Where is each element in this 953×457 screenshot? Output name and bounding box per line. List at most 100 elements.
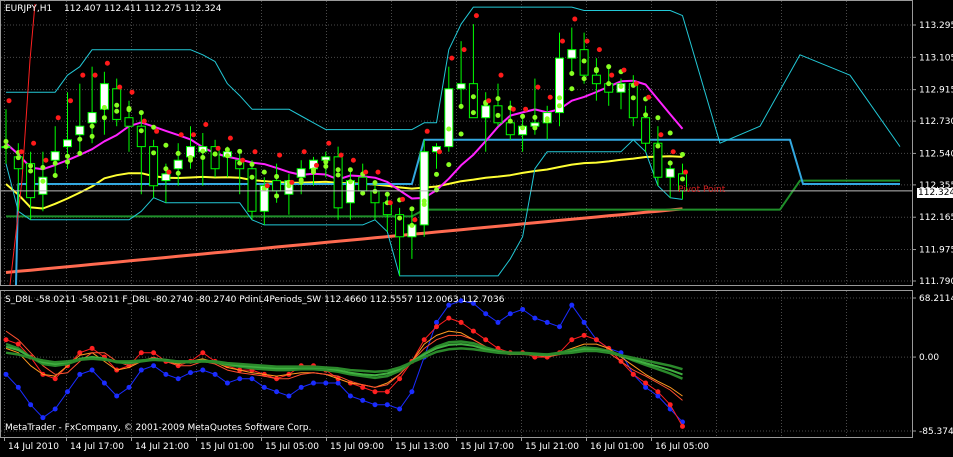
- red-dot: [203, 122, 209, 128]
- green-dot: [89, 123, 95, 129]
- green-dot: [335, 172, 341, 178]
- red-dot: [80, 72, 86, 78]
- channel-lower-line: [5, 139, 683, 277]
- green-dot: [421, 198, 427, 204]
- osc-blue-dot: [360, 397, 366, 403]
- green-dot: [52, 160, 58, 166]
- osc-red-dot: [667, 402, 673, 408]
- bull-candle: [419, 151, 429, 226]
- red-dot: [301, 149, 307, 155]
- osc-blue-dot: [200, 367, 206, 373]
- chart-window: 14 Jul 2010 14 Jul 17:00 14 Jul 21:00 15 Ju…: [0, 0, 953, 454]
- green-dot: [89, 133, 95, 139]
- y-tick-label: 112.915: [919, 86, 953, 96]
- osc-blue-dot: [643, 384, 649, 390]
- green-dot: [175, 150, 181, 156]
- green-dot: [77, 150, 83, 156]
- bear-candle: [272, 180, 282, 192]
- green-dot: [384, 191, 390, 197]
- green-dot: [569, 70, 575, 76]
- current-price-marker: 112.324: [917, 188, 953, 198]
- red-dot: [43, 157, 49, 163]
- x-tick-label: 15 Jul 01:00: [200, 442, 254, 452]
- osc-blue-dot: [212, 371, 218, 377]
- red-dot: [31, 140, 37, 146]
- green-dot: [544, 116, 550, 122]
- osc-blue-dot: [138, 367, 144, 373]
- x-tick-label: 16 Jul 01:00: [590, 442, 644, 452]
- green-dot: [261, 169, 267, 175]
- y-tick-label: 112.730: [919, 117, 953, 127]
- red-dot: [424, 128, 430, 134]
- osc-red-dot: [434, 324, 439, 330]
- bull-candle: [444, 88, 454, 148]
- watermark-label: MetaTrader - FxCompany, © 2001-2009 Meta…: [5, 423, 312, 433]
- bull-candle: [665, 168, 675, 178]
- green-dot: [188, 155, 193, 161]
- osc-blue-dot: [261, 384, 267, 390]
- osc-red-dot: [470, 328, 476, 334]
- green-dot: [557, 95, 562, 101]
- osc-blue-dot: [151, 363, 157, 369]
- osc-blue-dot: [507, 311, 513, 317]
- red-dot: [510, 106, 516, 112]
- green-dot: [249, 174, 255, 180]
- osc-red-dot: [138, 350, 144, 356]
- red-dot: [141, 118, 147, 124]
- green-dot: [65, 153, 70, 159]
- oscillator-header-label: S_D8L -58.0211 -58.0211 F_D8L -80.2740 -…: [5, 295, 505, 305]
- osc-blue-dot: [347, 393, 353, 399]
- pivot-point-annotation: Pivot Point: [678, 185, 726, 195]
- bull-candle: [481, 105, 491, 119]
- osc-red-dot: [680, 423, 685, 429]
- chart-canvas[interactable]: 14 Jul 2010 14 Jul 17:00 14 Jul 21:00 15 Ju…: [0, 0, 953, 454]
- red-dot: [178, 132, 184, 138]
- green-dot: [200, 148, 206, 154]
- red-dot: [55, 115, 61, 121]
- osc-blue-dot: [89, 367, 95, 373]
- osc-blue-dot: [188, 370, 193, 376]
- red-dot: [227, 135, 233, 141]
- green-dot: [397, 215, 403, 221]
- x-tick-label: 14 Jul 21:00: [135, 442, 189, 452]
- green-dot: [249, 161, 255, 167]
- green-dot: [138, 110, 144, 116]
- osc-blue-dot: [175, 376, 181, 382]
- y-tick-label: 113.105: [919, 53, 953, 63]
- green-dot: [101, 115, 107, 121]
- green-dot: [495, 96, 501, 102]
- osc-y-tick-label: 68.2114: [919, 294, 953, 304]
- red-dot: [117, 84, 123, 90]
- red-dot: [240, 157, 246, 163]
- bull-candle: [75, 125, 85, 136]
- green-dot: [470, 94, 476, 100]
- red-dot: [498, 72, 504, 78]
- osc-blue-dot: [544, 319, 550, 325]
- green-dot: [655, 143, 661, 149]
- green-dot: [224, 153, 230, 159]
- green-dot: [347, 179, 353, 185]
- red-dot: [129, 89, 135, 95]
- green-dot: [655, 115, 661, 121]
- osc-red-dot: [372, 389, 378, 395]
- green-dot: [52, 173, 58, 179]
- green-dot: [569, 86, 575, 92]
- osc-blue-dot: [249, 376, 255, 382]
- red-dot: [535, 84, 541, 90]
- osc-red-dot: [593, 337, 599, 343]
- osc-red-dot: [446, 315, 452, 321]
- green-dot: [520, 113, 526, 119]
- green-dot: [323, 163, 329, 169]
- osc-blue-dot: [65, 389, 70, 395]
- red-dot: [18, 149, 24, 155]
- osc-blue-dot: [655, 393, 661, 399]
- x-tick-label: 15 Jul 21:00: [525, 442, 579, 452]
- red-dot: [289, 179, 295, 185]
- green-dot: [446, 126, 452, 132]
- ohlc-label: 112.407 112.411 112.275 112.324: [64, 4, 222, 14]
- osc-red-dot: [581, 332, 587, 338]
- green-dot: [409, 222, 415, 228]
- x-tick-label: 15 Jul 09:00: [330, 442, 384, 452]
- green-dot: [470, 110, 476, 116]
- green-dot: [606, 81, 612, 87]
